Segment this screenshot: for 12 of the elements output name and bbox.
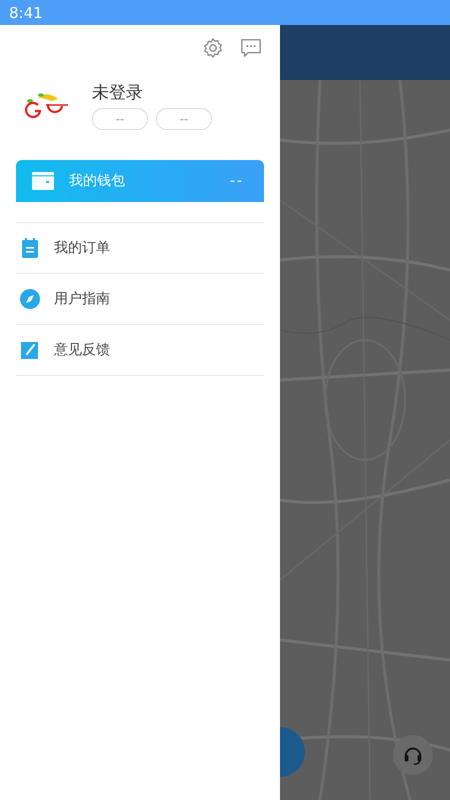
status-time: 8:41: [9, 4, 43, 22]
menu-item[interactable]: 用户指南: [16, 274, 264, 325]
message-icon[interactable]: [240, 37, 262, 59]
wallet-icon: [32, 172, 54, 190]
menu-item[interactable]: 我的订单: [16, 223, 264, 274]
menu-item[interactable]: 意见反馈: [16, 325, 264, 376]
logo-icon: [24, 90, 70, 120]
edit-icon: [19, 339, 41, 361]
compass-icon: [19, 288, 41, 310]
settings-icon[interactable]: [202, 37, 224, 59]
user-name: 未登录: [92, 82, 144, 104]
order-icon: [19, 237, 41, 259]
